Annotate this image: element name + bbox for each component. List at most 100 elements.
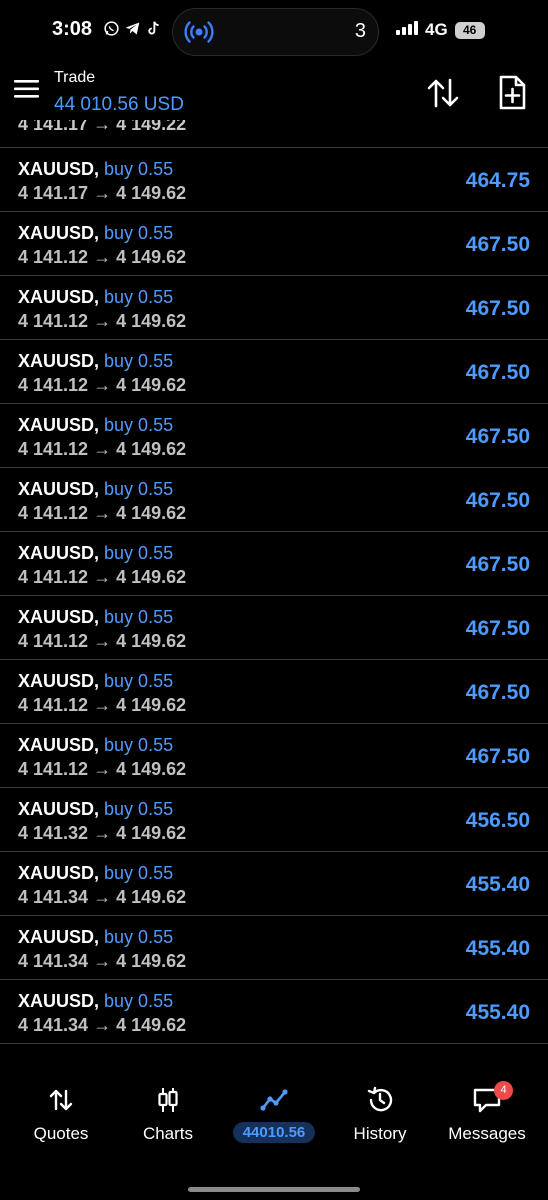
position-row[interactable]: XAUUSD, buy 0.55 4 141.12 → 4 149.62 467.5… [0, 596, 548, 660]
trade-line-icon [260, 1086, 288, 1114]
page-title: Trade [54, 69, 96, 86]
position-symbol: XAUUSD, [18, 671, 100, 691]
nav-messages[interactable]: 4 Messages [432, 1081, 542, 1156]
signal-icon [396, 20, 418, 40]
broadcast-icon [183, 16, 215, 48]
position-title: XAUUSD, buy 0.55 [18, 543, 173, 564]
position-profit: 467.50 [465, 745, 530, 768]
positions-list[interactable]: 4 141.17 → 4 149.22 XAUUSD, buy 0.55 4 14… [0, 120, 548, 1044]
position-profit: 467.50 [465, 233, 530, 256]
position-row[interactable]: XAUUSD, buy 0.55 4 141.34 → 4 149.62 455.4… [0, 852, 548, 916]
position-row[interactable]: XAUUSD, buy 0.55 4 141.12 → 4 149.62 467.5… [0, 276, 548, 340]
nav-history[interactable]: History [325, 1086, 435, 1156]
position-profit: 467.50 [465, 361, 530, 384]
nav-quotes-label: Quotes [33, 1124, 89, 1143]
position-row[interactable]: XAUUSD, buy 0.55 4 141.32 → 4 149.62 456.5… [0, 788, 548, 852]
quotes-icon [47, 1086, 75, 1114]
position-title: XAUUSD, buy 0.55 [18, 991, 173, 1012]
position-title: XAUUSD, buy 0.55 [18, 671, 173, 692]
position-symbol: XAUUSD, [18, 159, 100, 179]
nav-quotes[interactable]: Quotes [6, 1086, 116, 1156]
position-symbol: XAUUSD, [18, 223, 100, 243]
dynamic-island: 3 [172, 8, 379, 56]
position-title: XAUUSD, buy 0.55 [18, 159, 173, 180]
position-row[interactable]: XAUUSD, buy 0.55 4 141.34 → 4 149.62 455.4… [0, 916, 548, 980]
bottom-nav: Quotes Charts 44010.56 History 4 Message… [0, 1044, 548, 1200]
status-bar: 3:08 3 4G 46 [0, 0, 548, 62]
position-symbol: XAUUSD, [18, 287, 100, 307]
position-prices: 4 141.12 → 4 149.62 [18, 439, 187, 459]
sort-icon[interactable] [424, 76, 462, 110]
position-row[interactable]: XAUUSD, buy 0.55 4 141.12 → 4 149.62 467.5… [0, 340, 548, 404]
battery-indicator: 46 [454, 21, 485, 39]
whatsapp-icon [103, 20, 120, 37]
position-row[interactable]: XAUUSD, buy 0.55 4 141.12 → 4 149.62 467.5… [0, 724, 548, 788]
messages-badge: 4 [494, 1081, 513, 1100]
position-prices: 4 141.12 → 4 149.62 [18, 503, 187, 523]
position-symbol: XAUUSD, [18, 415, 100, 435]
position-prices: 4 141.12 → 4 149.62 [18, 375, 187, 395]
position-row[interactable]: XAUUSD, buy 0.55 4 141.12 → 4 149.62 467.5… [0, 660, 548, 724]
position-side-volume: buy 0.55 [104, 287, 174, 307]
nav-charts-label: Charts [142, 1124, 194, 1143]
position-profit: 464.75 [465, 169, 530, 192]
status-app-icons [103, 20, 162, 37]
position-row-clipped[interactable]: 4 141.17 → 4 149.22 [0, 120, 548, 148]
position-side-volume: buy 0.55 [104, 863, 174, 883]
position-prices: 4 141.34 → 4 149.62 [18, 951, 187, 971]
position-title: XAUUSD, buy 0.55 [18, 223, 173, 244]
position-side-volume: buy 0.55 [104, 991, 174, 1011]
position-side-volume: buy 0.55 [104, 735, 174, 755]
position-prices: 4 141.17 → 4 149.22 [18, 120, 187, 134]
history-icon [366, 1086, 394, 1114]
position-symbol: XAUUSD, [18, 351, 100, 371]
position-title: XAUUSD, buy 0.55 [18, 415, 173, 436]
nav-charts[interactable]: Charts [113, 1086, 223, 1156]
position-symbol: XAUUSD, [18, 479, 100, 499]
island-count: 3 [354, 20, 366, 42]
account-balance: 44 010.56 USD [54, 94, 184, 115]
nav-trade-label: 44010.56 [232, 1122, 316, 1143]
position-prices: 4 141.17 → 4 149.62 [18, 183, 187, 203]
app-header: Trade 44 010.56 USD [0, 62, 548, 120]
position-profit: 467.50 [465, 553, 530, 576]
position-row[interactable]: XAUUSD, buy 0.55 4 141.17 → 4 149.62 464.7… [0, 148, 548, 212]
nav-history-label: History [353, 1124, 407, 1143]
position-profit: 467.50 [465, 617, 530, 640]
position-side-volume: buy 0.55 [104, 799, 174, 819]
position-side-volume: buy 0.55 [104, 671, 174, 691]
position-profit: 456.50 [465, 809, 530, 832]
position-prices: 4 141.34 → 4 149.62 [18, 887, 187, 907]
telegram-icon [124, 20, 141, 37]
position-side-volume: buy 0.55 [104, 223, 174, 243]
position-row[interactable]: XAUUSD, buy 0.55 4 141.34 → 4 149.62 455.4… [0, 980, 548, 1044]
new-order-icon[interactable] [496, 75, 528, 111]
positions-rows: XAUUSD, buy 0.55 4 141.17 → 4 149.62 464.7… [0, 148, 548, 1044]
position-profit: 467.50 [465, 681, 530, 704]
nav-trade[interactable]: 44010.56 [219, 1086, 329, 1156]
position-row[interactable]: XAUUSD, buy 0.55 4 141.12 → 4 149.62 467.5… [0, 212, 548, 276]
position-symbol: XAUUSD, [18, 543, 100, 563]
position-row[interactable]: XAUUSD, buy 0.55 4 141.12 → 4 149.62 467.5… [0, 404, 548, 468]
position-side-volume: buy 0.55 [104, 479, 174, 499]
position-prices: 4 141.12 → 4 149.62 [18, 567, 187, 587]
position-title: XAUUSD, buy 0.55 [18, 863, 173, 884]
network-type: 4G [425, 20, 448, 39]
position-prices: 4 141.12 → 4 149.62 [18, 695, 187, 715]
position-prices: 4 141.12 → 4 149.62 [18, 759, 187, 779]
position-side-volume: buy 0.55 [104, 607, 174, 627]
position-side-volume: buy 0.55 [104, 927, 174, 947]
menu-icon[interactable] [12, 74, 42, 104]
position-profit: 467.50 [465, 297, 530, 320]
position-profit: 455.40 [465, 873, 530, 896]
position-side-volume: buy 0.55 [104, 415, 174, 435]
position-row[interactable]: XAUUSD, buy 0.55 4 141.12 → 4 149.62 467.5… [0, 468, 548, 532]
position-row[interactable]: XAUUSD, buy 0.55 4 141.12 → 4 149.62 467.5… [0, 532, 548, 596]
position-title: XAUUSD, buy 0.55 [18, 351, 173, 372]
position-prices: 4 141.34 → 4 149.62 [18, 1015, 187, 1035]
position-side-volume: buy 0.55 [104, 351, 174, 371]
position-profit: 467.50 [465, 425, 530, 448]
tiktok-icon [145, 20, 162, 37]
position-prices: 4 141.32 → 4 149.62 [18, 823, 187, 843]
status-time: 3:08 [52, 18, 93, 40]
